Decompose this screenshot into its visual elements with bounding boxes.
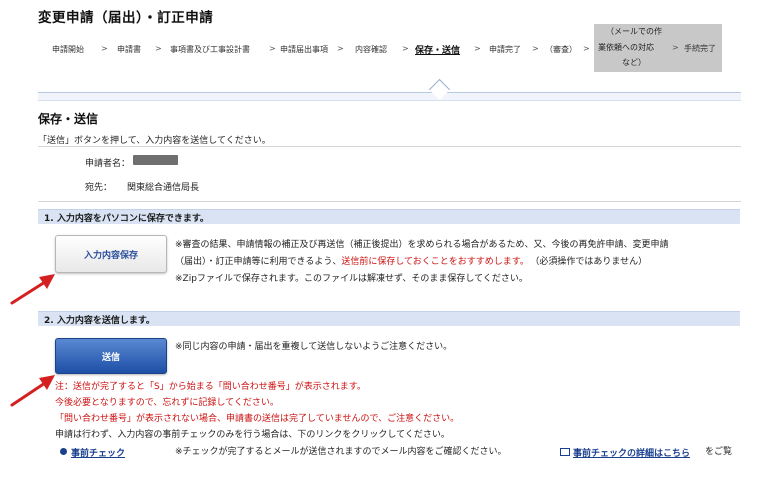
arrow-to-save-icon bbox=[10, 274, 55, 305]
annotation-arrows bbox=[10, 274, 55, 407]
arrow-to-send-icon bbox=[10, 375, 55, 407]
